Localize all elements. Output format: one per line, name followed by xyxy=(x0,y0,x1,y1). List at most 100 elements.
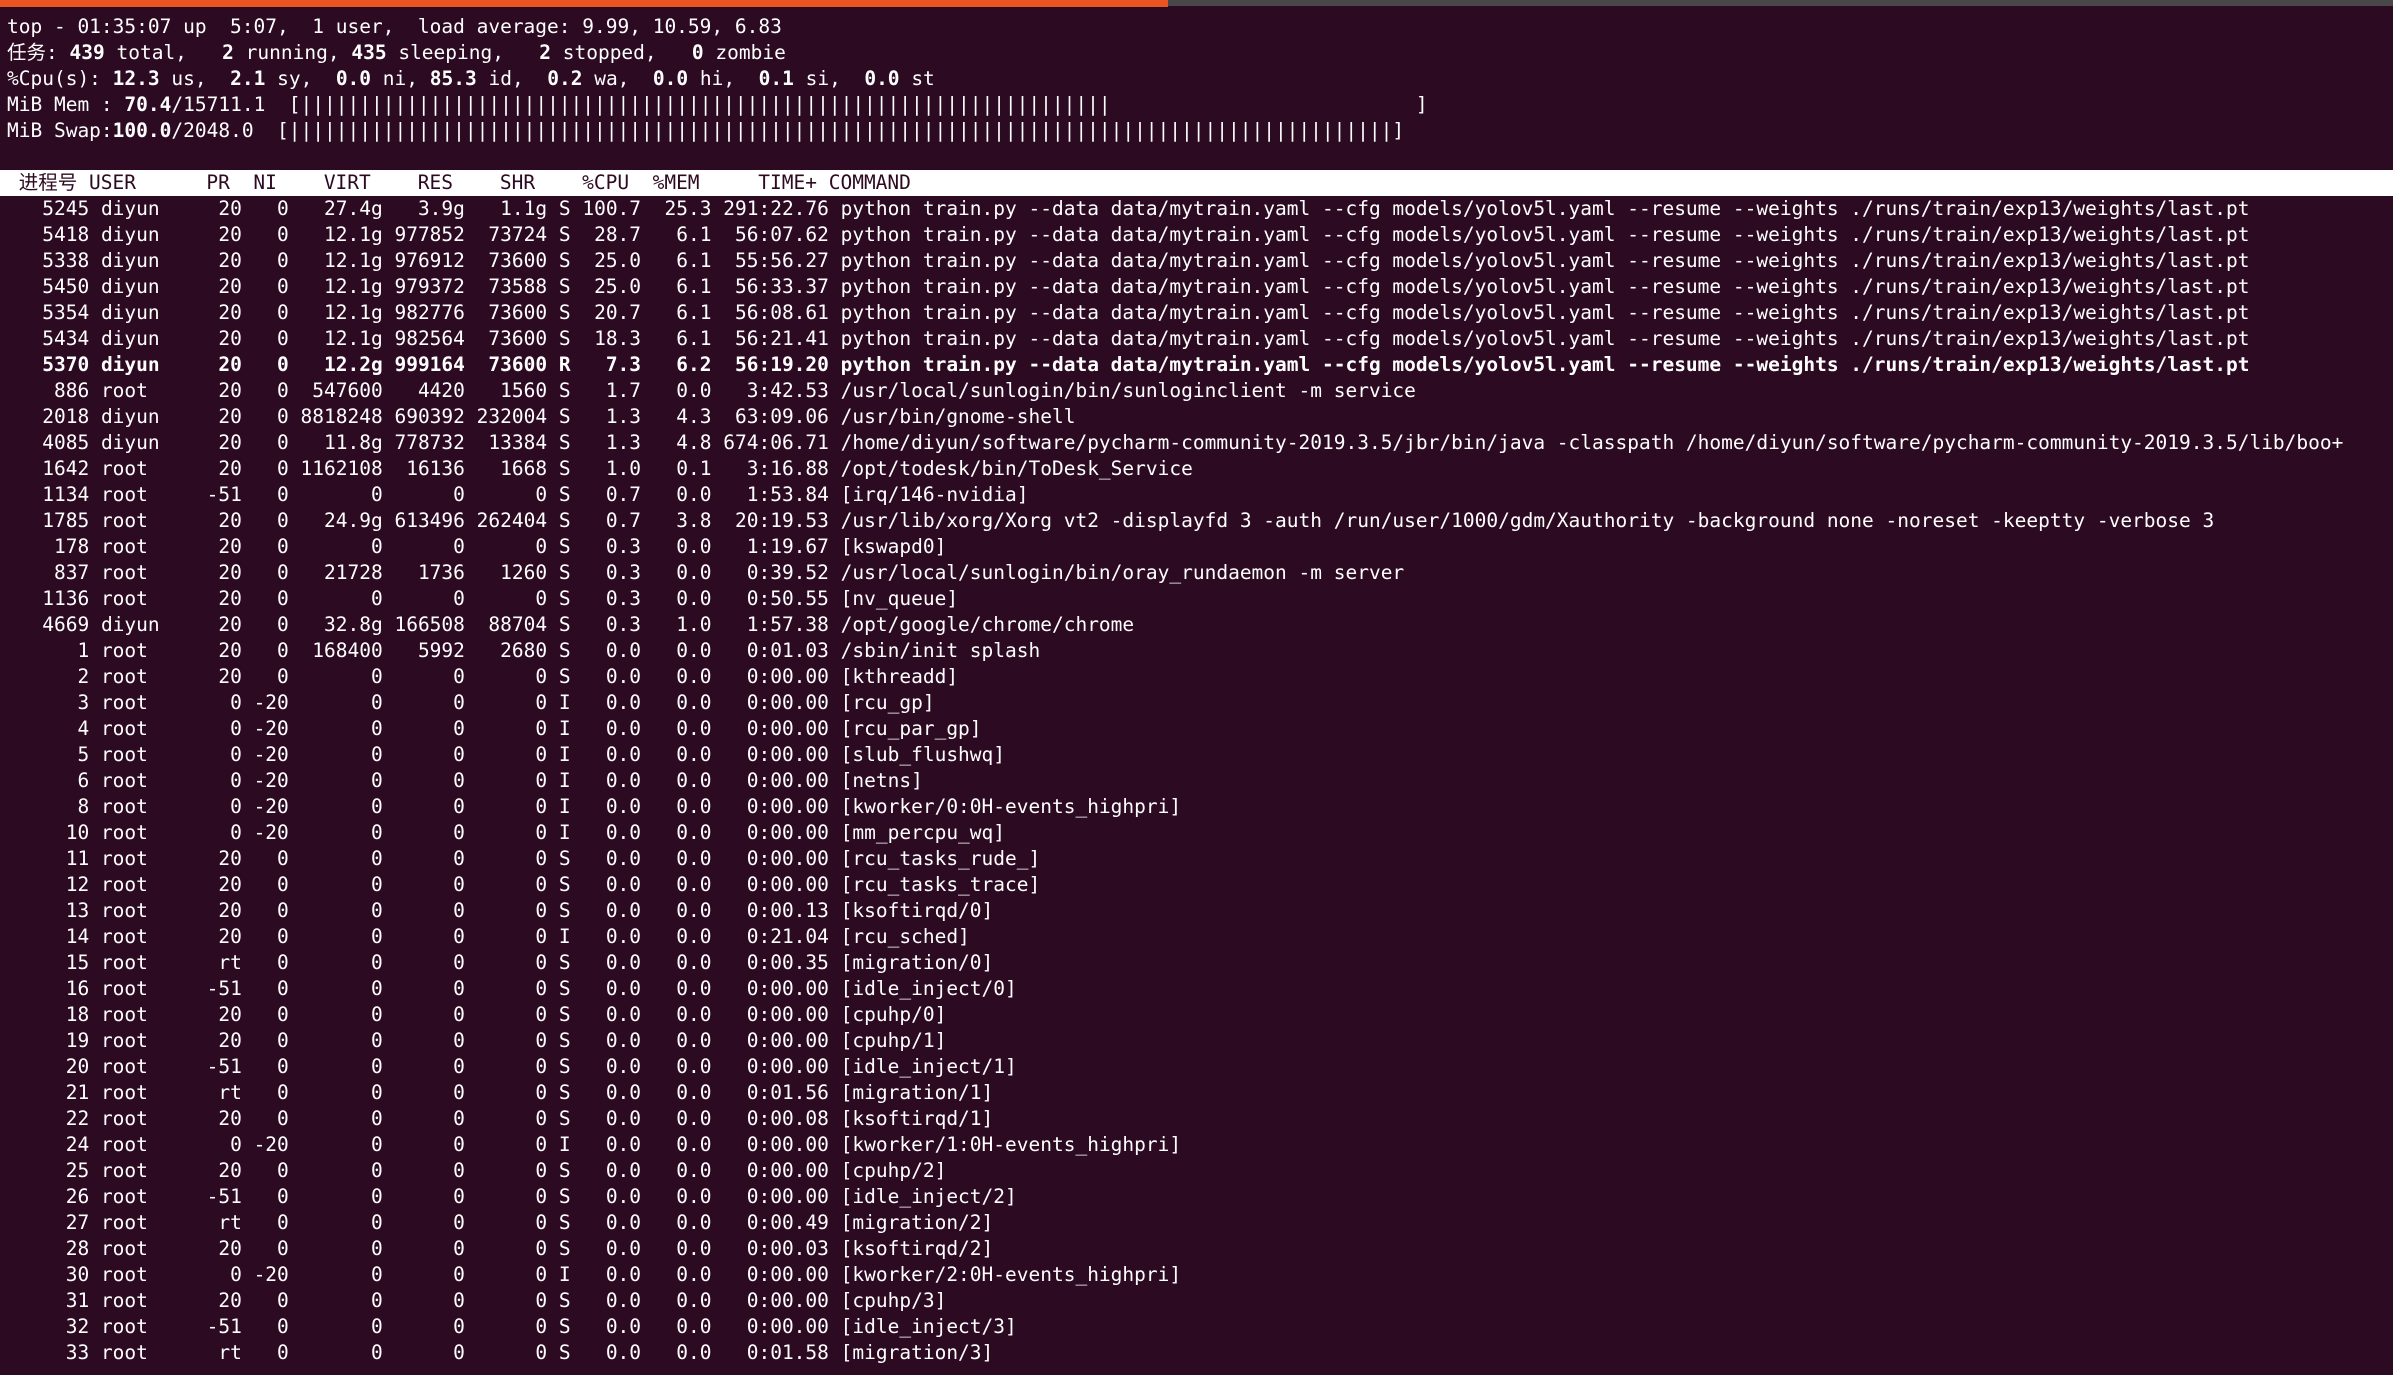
process-row[interactable]: 24 root 0 -20 0 0 0 I 0.0 0.0 0:00.00 [k… xyxy=(7,1132,2393,1158)
column-header-s[interactable] xyxy=(547,171,559,194)
column-header-res[interactable]: RES xyxy=(371,171,453,194)
column-header-virt[interactable]: VIRT xyxy=(277,171,371,194)
cell-command: [mm_percpu_wq] xyxy=(840,821,1006,844)
cell-command: [rcu_sched] xyxy=(840,925,970,948)
cell-shr: 0 xyxy=(464,1315,548,1338)
process-row[interactable]: 12 root 20 0 0 0 0 S 0.0 0.0 0:00.00 [rc… xyxy=(7,872,2393,898)
cell-ni: 0 xyxy=(241,1055,289,1078)
column-header-ni[interactable]: NI xyxy=(230,171,277,194)
process-row[interactable]: 837 root 20 0 21728 1736 1260 S 0.3 0.0 … xyxy=(7,560,2393,586)
column-header-user[interactable]: USER xyxy=(89,171,183,194)
cell-user: root xyxy=(100,717,195,740)
process-row[interactable]: 26 root -51 0 0 0 0 S 0.0 0.0 0:00.00 [i… xyxy=(7,1184,2393,1210)
process-row[interactable]: 31 root 20 0 0 0 0 S 0.0 0.0 0:00.00 [cp… xyxy=(7,1288,2393,1314)
process-row[interactable]: 5418 diyun 20 0 12.1g 977852 73724 S 28.… xyxy=(7,222,2393,248)
column-header-command[interactable]: COMMAND xyxy=(829,171,911,194)
cell-res: 0 xyxy=(382,1029,465,1052)
cell-shr: 13384 xyxy=(464,431,548,454)
process-row[interactable]: 13 root 20 0 0 0 0 S 0.0 0.0 0:00.13 [ks… xyxy=(7,898,2393,924)
cell-command: [rcu_par_gp] xyxy=(840,717,982,740)
cell-shr: 0 xyxy=(464,1341,548,1364)
process-row[interactable]: 32 root -51 0 0 0 0 S 0.0 0.0 0:00.00 [i… xyxy=(7,1314,2393,1340)
process-row[interactable]: 5450 diyun 20 0 12.1g 979372 73588 S 25.… xyxy=(7,274,2393,300)
cell-ni: 0 xyxy=(241,1003,289,1026)
cell-pid: 2 xyxy=(7,665,90,688)
cell-mem: 0.0 xyxy=(641,847,712,870)
cell-virt: 0 xyxy=(288,717,383,740)
process-row[interactable]: 5434 diyun 20 0 12.1g 982564 73600 S 18.… xyxy=(7,326,2393,352)
cell-command: [rcu_tasks_rude_] xyxy=(840,847,1041,870)
uptime-line: top - 01:35:07 up 5:07, 1 user, load ave… xyxy=(7,15,782,38)
process-row[interactable]: 5245 diyun 20 0 27.4g 3.9g 1.1g S 100.7 … xyxy=(7,196,2393,222)
cell-pr: 0 xyxy=(194,717,242,740)
cell-pid: 837 xyxy=(7,561,90,584)
process-list[interactable]: 5245 diyun 20 0 27.4g 3.9g 1.1g S 100.7 … xyxy=(7,196,2393,1366)
process-row[interactable]: 5 root 0 -20 0 0 0 I 0.0 0.0 0:00.00 [sl… xyxy=(7,742,2393,768)
process-row[interactable]: 886 root 20 0 547600 4420 1560 S 1.7 0.0… xyxy=(7,378,2393,404)
column-header-time[interactable]: TIME+ xyxy=(700,171,817,194)
column-header-shr[interactable]: SHR xyxy=(453,171,535,194)
process-row[interactable]: 10 root 0 -20 0 0 0 I 0.0 0.0 0:00.00 [m… xyxy=(7,820,2393,846)
process-row[interactable]: 21 root rt 0 0 0 0 S 0.0 0.0 0:01.56 [mi… xyxy=(7,1080,2393,1106)
cell-pr: -51 xyxy=(194,1185,242,1208)
process-row[interactable]: 33 root rt 0 0 0 0 S 0.0 0.0 0:01.58 [mi… xyxy=(7,1340,2393,1366)
process-row[interactable]: 1136 root 20 0 0 0 0 S 0.3 0.0 0:50.55 [… xyxy=(7,586,2393,612)
process-row[interactable]: 2018 diyun 20 0 8818248 690392 232004 S … xyxy=(7,404,2393,430)
column-header-mem[interactable]: %MEM xyxy=(629,171,700,194)
cell-ni: 0 xyxy=(241,899,289,922)
terminal-window[interactable]: top - 01:35:07 up 5:07, 1 user, load ave… xyxy=(0,0,2393,1375)
process-row[interactable]: 1 root 20 0 168400 5992 2680 S 0.0 0.0 0… xyxy=(7,638,2393,664)
cell-time: 63:09.06 xyxy=(711,405,829,428)
process-row[interactable]: 15 root rt 0 0 0 0 S 0.0 0.0 0:00.35 [mi… xyxy=(7,950,2393,976)
cell-time: 0:00.00 xyxy=(711,1289,829,1312)
cell-user: root xyxy=(100,925,195,948)
process-row[interactable]: 19 root 20 0 0 0 0 S 0.0 0.0 0:00.00 [cp… xyxy=(7,1028,2393,1054)
process-row[interactable]: 4085 diyun 20 0 11.8g 778732 13384 S 1.3… xyxy=(7,430,2393,456)
mem-value: 70.4 xyxy=(124,93,172,116)
process-row[interactable]: 1642 root 20 0 1162108 16136 1668 S 1.0 … xyxy=(7,456,2393,482)
process-row[interactable]: 6 root 0 -20 0 0 0 I 0.0 0.0 0:00.00 [ne… xyxy=(7,768,2393,794)
process-row[interactable]: 11 root 20 0 0 0 0 S 0.0 0.0 0:00.00 [rc… xyxy=(7,846,2393,872)
cell-shr: 0 xyxy=(464,1185,548,1208)
process-row[interactable]: 20 root -51 0 0 0 0 S 0.0 0.0 0:00.00 [i… xyxy=(7,1054,2393,1080)
process-row[interactable]: 5370 diyun 20 0 12.2g 999164 73600 R 7.3… xyxy=(7,352,2393,378)
cell-command: [migration/0] xyxy=(840,951,994,974)
cell-s: S xyxy=(558,847,571,870)
process-row[interactable]: 5338 diyun 20 0 12.1g 976912 73600 S 25.… xyxy=(7,248,2393,274)
process-row[interactable]: 30 root 0 -20 0 0 0 I 0.0 0.0 0:00.00 [k… xyxy=(7,1262,2393,1288)
cell-res: 0 xyxy=(382,665,465,688)
cell-mem: 6.1 xyxy=(641,327,712,350)
cell-res: 690392 xyxy=(382,405,465,428)
process-row[interactable]: 22 root 20 0 0 0 0 S 0.0 0.0 0:00.08 [ks… xyxy=(7,1106,2393,1132)
process-row[interactable]: 178 root 20 0 0 0 0 S 0.3 0.0 1:19.67 [k… xyxy=(7,534,2393,560)
column-header-pr[interactable]: PR xyxy=(183,171,230,194)
cpu-us: 12.3 xyxy=(112,67,160,90)
process-row[interactable]: 4669 diyun 20 0 32.8g 166508 88704 S 0.3… xyxy=(7,612,2393,638)
process-row[interactable]: 8 root 0 -20 0 0 0 I 0.0 0.0 0:00.00 [kw… xyxy=(7,794,2393,820)
process-row[interactable]: 14 root 20 0 0 0 0 I 0.0 0.0 0:21.04 [rc… xyxy=(7,924,2393,950)
cell-ni: 0 xyxy=(241,327,289,350)
process-row[interactable]: 5354 diyun 20 0 12.1g 982776 73600 S 20.… xyxy=(7,300,2393,326)
process-row[interactable]: 27 root rt 0 0 0 0 S 0.0 0.0 0:00.49 [mi… xyxy=(7,1210,2393,1236)
process-row[interactable]: 1134 root -51 0 0 0 0 S 0.7 0.0 1:53.84 … xyxy=(7,482,2393,508)
process-row[interactable]: 3 root 0 -20 0 0 0 I 0.0 0.0 0:00.00 [rc… xyxy=(7,690,2393,716)
cell-shr: 0 xyxy=(464,795,548,818)
cell-res: 0 xyxy=(382,1315,465,1338)
process-row[interactable]: 28 root 20 0 0 0 0 S 0.0 0.0 0:00.03 [ks… xyxy=(7,1236,2393,1262)
process-row[interactable]: 18 root 20 0 0 0 0 S 0.0 0.0 0:00.00 [cp… xyxy=(7,1002,2393,1028)
column-header-pid[interactable]: 进程号 xyxy=(7,171,78,194)
cell-virt: 0 xyxy=(288,1159,383,1182)
column-header-cpu[interactable]: %CPU xyxy=(559,171,629,194)
process-row[interactable]: 1785 root 20 0 24.9g 613496 262404 S 0.7… xyxy=(7,508,2393,534)
cell-pr: 20 xyxy=(194,275,242,298)
cell-virt: 0 xyxy=(288,951,383,974)
process-row[interactable]: 16 root -51 0 0 0 0 S 0.0 0.0 0:00.00 [i… xyxy=(7,976,2393,1002)
cell-pr: 20 xyxy=(194,561,242,584)
cell-command: [rcu_tasks_trace] xyxy=(840,873,1041,896)
cell-s: I xyxy=(558,795,571,818)
process-row[interactable]: 25 root 20 0 0 0 0 S 0.0 0.0 0:00.00 [cp… xyxy=(7,1158,2393,1184)
process-row[interactable]: 2 root 20 0 0 0 0 S 0.0 0.0 0:00.00 [kth… xyxy=(7,664,2393,690)
cell-command: [migration/3] xyxy=(840,1341,994,1364)
cell-cpu: 0.0 xyxy=(570,1237,642,1260)
process-row[interactable]: 4 root 0 -20 0 0 0 I 0.0 0.0 0:00.00 [rc… xyxy=(7,716,2393,742)
